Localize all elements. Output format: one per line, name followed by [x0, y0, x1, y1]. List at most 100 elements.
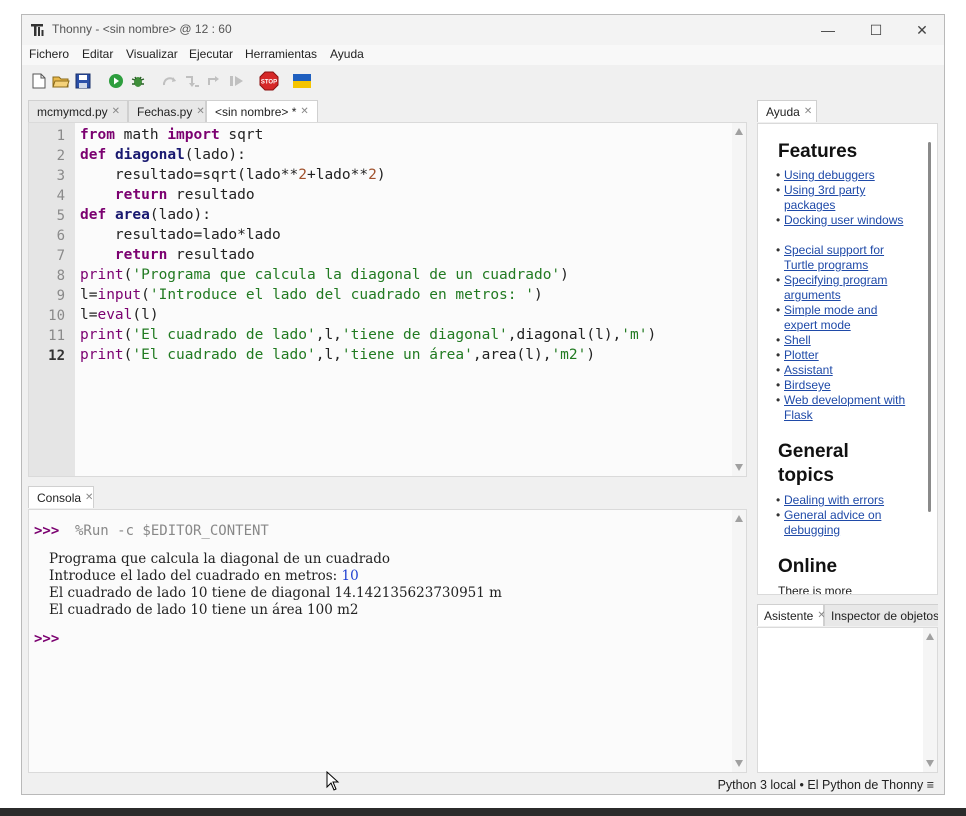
thonny-window: Thonny - <sin nombre> @ 12 : 60 — — ☐ ✕ …	[21, 14, 945, 795]
scroll-down-icon[interactable]	[735, 760, 743, 767]
help-link[interactable]: Docking user windows	[776, 213, 914, 243]
menu-visualizar[interactable]: Visualizar	[126, 47, 178, 61]
scroll-up-icon[interactable]	[735, 515, 743, 522]
menu-editar[interactable]: Editar	[82, 47, 113, 61]
step-over-icon	[160, 71, 180, 91]
line-number: 2	[56, 148, 65, 164]
line-number: 8	[56, 268, 65, 284]
minimize-icon-2: —	[821, 22, 835, 38]
new-file-icon[interactable]	[29, 71, 49, 91]
close-tab-icon[interactable]: ✕	[85, 492, 93, 503]
help-link[interactable]: Using 3rd party packages	[776, 183, 914, 213]
help-link[interactable]: Shell	[776, 333, 914, 348]
close-button[interactable]: ✕	[902, 19, 942, 41]
code-line[interactable]: return resultado	[80, 187, 255, 203]
maximize-button[interactable]: ☐	[856, 19, 896, 41]
tab-asistente[interactable]: Asistente ✕	[757, 604, 826, 626]
status-bar: Python 3 local • El Python de Thonny ≡	[22, 775, 944, 795]
tab-label: Ayuda	[766, 104, 800, 119]
help-scrollbar[interactable]	[928, 142, 931, 512]
thonny-logo-icon	[31, 24, 44, 36]
line-number: 4	[56, 188, 65, 204]
scroll-down-icon[interactable]	[735, 464, 743, 471]
close-tab-icon[interactable]: ✕	[300, 106, 308, 117]
code-line[interactable]: def area(lado):	[80, 207, 211, 223]
line-number-current: 12	[48, 348, 65, 364]
run-icon[interactable]	[106, 71, 126, 91]
ukraine-flag-icon[interactable]	[292, 71, 312, 91]
assistant-tabbar: Asistente ✕ Inspector de objetos	[757, 604, 938, 626]
tab-sin-nombre[interactable]: <sin nombre> * ✕	[206, 100, 318, 122]
assistant-scrollbar[interactable]	[923, 628, 937, 772]
code-line[interactable]: resultado=sqrt(lado**2+lado**2)	[80, 167, 386, 183]
code-line[interactable]: l=eval(l)	[80, 307, 159, 323]
code-editor[interactable]: 1 2 3 4 5 6 7 8 9 10 11 12 from math imp…	[28, 122, 747, 477]
help-link[interactable]: Special support for Turtle programs	[776, 243, 914, 273]
tab-ayuda[interactable]: Ayuda ✕	[757, 100, 817, 122]
open-file-icon[interactable]	[51, 71, 71, 91]
scroll-up-icon[interactable]	[926, 633, 934, 640]
tab-label: Consola	[37, 490, 82, 505]
minimize-button-2[interactable]: —	[808, 19, 848, 41]
code-line[interactable]: print('El cuadrado de lado',l,'tiene un …	[80, 347, 595, 363]
stop-icon[interactable]: STOP	[259, 71, 279, 91]
tab-label: mcmymcd.py	[37, 104, 108, 119]
console-scrollbar[interactable]	[732, 510, 746, 772]
shell-prompt-active[interactable]: >>>	[34, 631, 59, 647]
output-line: El cuadrado de lado 10 tiene un área 100…	[49, 602, 359, 618]
close-icon: ✕	[916, 21, 928, 38]
line-number: 10	[48, 308, 65, 324]
title-bar[interactable]: Thonny - <sin nombre> @ 12 : 60 —	[22, 15, 944, 45]
code-line[interactable]: from math import sqrt	[80, 127, 263, 143]
menu-herramientas[interactable]: Herramientas	[245, 47, 317, 61]
code-line[interactable]: return resultado	[80, 247, 255, 263]
tab-consola[interactable]: Consola ✕	[28, 486, 94, 508]
code-line[interactable]: l=input('Introduce el lado del cuadrado …	[80, 287, 543, 303]
tab-label: Inspector de objetos	[831, 608, 938, 623]
taskbar	[0, 808, 966, 816]
tab-label: Fechas.py	[137, 104, 193, 119]
code-line[interactable]: def diagonal(lado):	[80, 147, 246, 163]
tab-fechas[interactable]: Fechas.py ✕	[128, 100, 206, 122]
help-link[interactable]: Plotter	[776, 348, 914, 363]
help-link[interactable]: Birdseye	[776, 378, 914, 393]
scroll-down-icon[interactable]	[926, 760, 934, 767]
line-number-gutter: 1 2 3 4 5 6 7 8 9 10 11 12	[29, 123, 75, 476]
line-number: 5	[56, 208, 65, 224]
menu-bar: Fichero Editar Visualizar Ejecutar Herra…	[22, 45, 944, 65]
maximize-icon: ☐	[869, 21, 883, 38]
features-link-list: Using debuggers Using 3rd party packages…	[776, 168, 914, 423]
help-link[interactable]: Using debuggers	[776, 168, 914, 183]
code-line[interactable]: print('Programa que calcula la diagonal …	[80, 267, 569, 283]
editor-scrollbar[interactable]	[732, 123, 746, 476]
tab-inspector[interactable]: Inspector de objetos	[824, 604, 938, 626]
help-link[interactable]: Dealing with errors	[776, 493, 914, 508]
help-link[interactable]: Simple mode and expert mode	[776, 303, 914, 333]
console-tabbar: Consola ✕	[28, 486, 747, 508]
code-line[interactable]: resultado=lado*lado	[80, 227, 281, 243]
code-line[interactable]: print('El cuadrado de lado',l,'tiene de …	[80, 327, 656, 343]
line-number: 1	[56, 128, 65, 144]
close-tab-icon[interactable]: ✕	[804, 106, 812, 117]
help-link[interactable]: Specifying program arguments	[776, 273, 914, 303]
scroll-up-icon[interactable]	[735, 128, 743, 135]
interpreter-selector[interactable]: Python 3 local • El Python de Thonny ≡	[718, 778, 934, 792]
save-icon[interactable]	[73, 71, 93, 91]
shell-console[interactable]: >>> %Run -c $EDITOR_CONTENT Programa que…	[28, 509, 747, 773]
window-title: Thonny - <sin nombre> @ 12 : 60	[52, 22, 232, 36]
line-number: 3	[56, 168, 65, 184]
debug-icon[interactable]	[128, 71, 148, 91]
help-link[interactable]: Assistant	[776, 363, 914, 378]
tab-mcmymcd[interactable]: mcmymcd.py ✕	[28, 100, 128, 122]
menu-fichero[interactable]: Fichero	[29, 47, 69, 61]
assistant-panel	[757, 627, 938, 773]
help-link[interactable]: General advice on debugging	[776, 508, 914, 538]
user-input-value: 10	[341, 568, 359, 584]
menu-ejecutar[interactable]: Ejecutar	[189, 47, 233, 61]
menu-ayuda[interactable]: Ayuda	[330, 47, 364, 61]
close-tab-icon[interactable]: ✕	[196, 106, 204, 117]
line-number: 9	[56, 288, 65, 304]
line-number: 7	[56, 248, 65, 264]
help-link[interactable]: Web development with Flask	[776, 393, 914, 423]
close-tab-icon[interactable]: ✕	[112, 106, 120, 117]
